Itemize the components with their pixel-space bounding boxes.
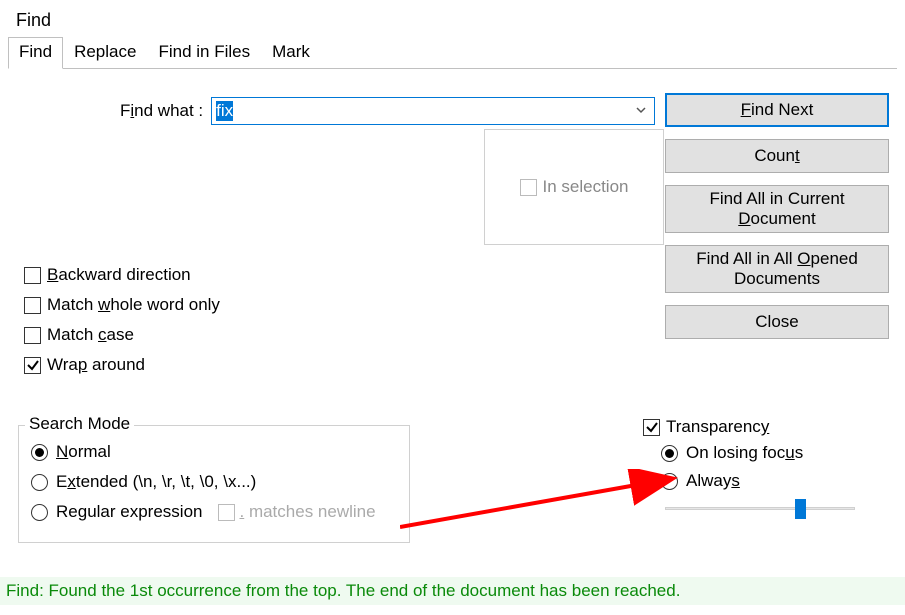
in-selection-label: In selection (543, 177, 629, 197)
count-button[interactable]: Count (665, 139, 889, 173)
match-case-label: Match case (47, 325, 134, 345)
search-mode-regex-label: Regular expression (56, 502, 202, 522)
transparency-always-radio[interactable] (661, 473, 678, 490)
find-all-current-doc-button[interactable]: Find All in Current Document (665, 185, 889, 233)
match-case-checkbox[interactable] (24, 327, 41, 344)
transparency-label: Transparency (666, 417, 769, 437)
search-mode-regex-radio[interactable] (31, 504, 48, 521)
search-mode-normal-label: Normal (56, 442, 111, 462)
tab-find[interactable]: Find (8, 37, 63, 69)
tab-replace[interactable]: Replace (63, 37, 147, 69)
transparency-checkbox[interactable] (643, 419, 660, 436)
transparency-group: Transparency On losing focus Always (643, 417, 889, 545)
wrap-around-checkbox[interactable] (24, 357, 41, 374)
chevron-down-icon[interactable] (628, 101, 654, 121)
matches-newline-label: . matches newline (239, 502, 375, 522)
slider-thumb[interactable] (795, 499, 806, 519)
search-mode-normal-radio[interactable] (31, 444, 48, 461)
search-mode-extended-label: Extended (\n, \r, \t, \0, \x...) (56, 472, 256, 492)
find-what-label: Find what : (120, 101, 203, 121)
find-what-input[interactable] (212, 99, 628, 123)
search-mode-extended-radio[interactable] (31, 474, 48, 491)
backward-direction-checkbox[interactable] (24, 267, 41, 284)
wrap-around-label: Wrap around (47, 355, 145, 375)
transparency-always-label: Always (686, 471, 740, 491)
search-mode-legend: Search Mode (25, 414, 134, 434)
tab-find-in-files[interactable]: Find in Files (147, 37, 261, 69)
tab-mark[interactable]: Mark (261, 37, 321, 69)
find-next-button[interactable]: Find Next (665, 93, 889, 127)
backward-direction-label: Backward direction (47, 265, 191, 285)
tab-bar: Find Replace Find in Files Mark (8, 37, 897, 69)
matches-newline-checkbox (218, 504, 235, 521)
transparency-on-losing-focus-radio[interactable] (661, 445, 678, 462)
find-what-combobox[interactable] (211, 97, 655, 125)
in-selection-panel: In selection (484, 129, 664, 245)
slider-track (665, 507, 855, 510)
transparency-slider[interactable] (665, 499, 855, 519)
status-bar: Find: Found the 1st occurrence from the … (0, 577, 905, 605)
close-button[interactable]: Close (665, 305, 889, 339)
match-whole-word-label: Match whole word only (47, 295, 220, 315)
transparency-on-losing-focus-label: On losing focus (686, 443, 803, 463)
find-all-opened-docs-button[interactable]: Find All in All Opened Documents (665, 245, 889, 293)
search-mode-group: Search Mode Normal Extended (\n, \r, \t,… (18, 425, 410, 543)
in-selection-checkbox (520, 179, 537, 196)
match-whole-word-checkbox[interactable] (24, 297, 41, 314)
window-title: Find (0, 0, 905, 37)
options-group: Backward direction Match whole word only… (24, 265, 220, 375)
